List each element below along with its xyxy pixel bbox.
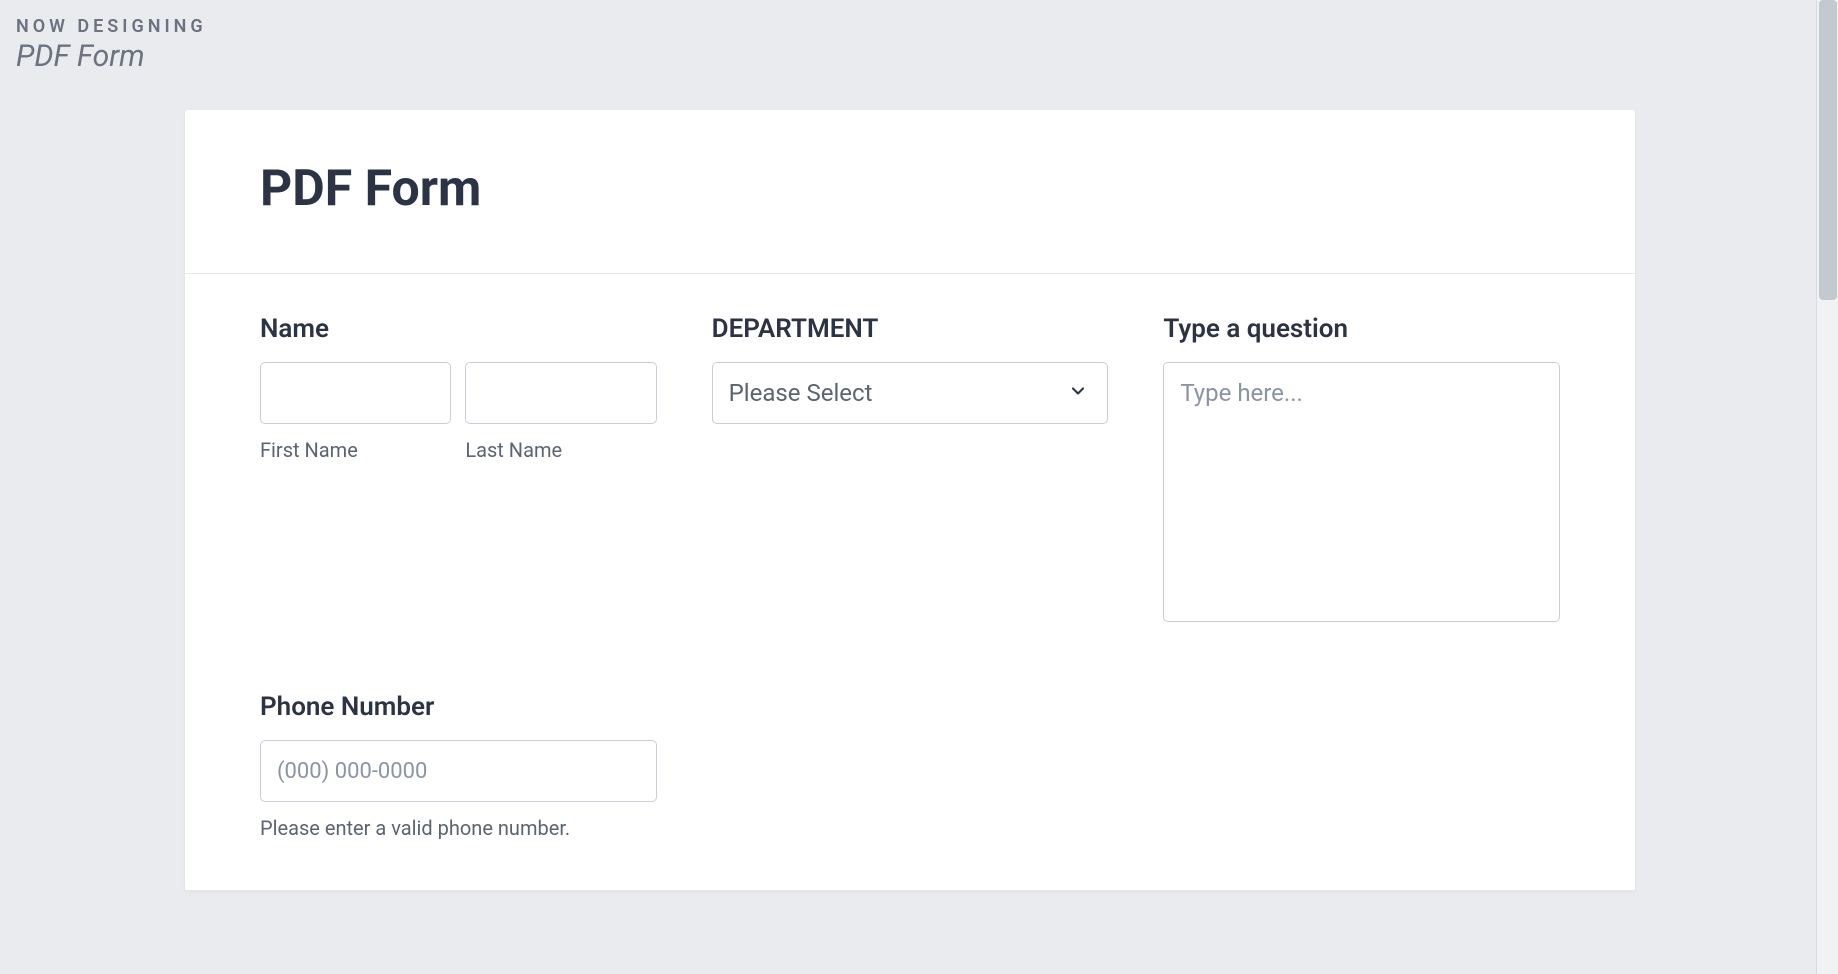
phone-label: Phone Number [260, 692, 657, 722]
first-name-col: First Name [260, 362, 451, 462]
name-row: First Name Last Name [260, 362, 657, 462]
designer-context: NOW DESIGNING PDF Form [16, 16, 207, 74]
phone-input[interactable] [260, 740, 657, 802]
phone-wrap [260, 740, 657, 802]
department-select-wrapper: Please Select [712, 362, 1109, 424]
form-header: PDF Form [185, 110, 1635, 274]
designer-title: PDF Form [16, 39, 207, 74]
first-name-sublabel: First Name [260, 438, 451, 462]
scrollbar-thumb[interactable] [1819, 0, 1837, 300]
form-body: Name First Name Last Name DEPARTMENT Ple… [185, 274, 1635, 891]
last-name-input[interactable] [465, 362, 656, 424]
designer-eyebrow: NOW DESIGNING [16, 16, 207, 37]
question-label: Type a question [1163, 314, 1560, 344]
phone-helptext: Please enter a valid phone number. [260, 816, 657, 840]
vertical-scrollbar[interactable] [1816, 0, 1838, 974]
last-name-col: Last Name [465, 362, 656, 462]
question-textarea[interactable] [1163, 362, 1560, 622]
empty-cell-1 [712, 692, 1109, 840]
name-label: Name [260, 314, 657, 344]
first-name-input[interactable] [260, 362, 451, 424]
form-card: PDF Form Name First Name Last Name DEPAR… [185, 110, 1635, 891]
field-name: Name First Name Last Name [260, 314, 657, 622]
last-name-sublabel: Last Name [465, 438, 656, 462]
department-label: DEPARTMENT [712, 314, 1109, 344]
form-title: PDF Form [260, 160, 1560, 218]
field-question: Type a question [1163, 314, 1560, 622]
department-select[interactable]: Please Select [712, 362, 1109, 424]
field-phone: Phone Number Please enter a valid phone … [260, 692, 657, 840]
empty-cell-2 [1163, 692, 1560, 840]
field-department: DEPARTMENT Please Select [712, 314, 1109, 622]
